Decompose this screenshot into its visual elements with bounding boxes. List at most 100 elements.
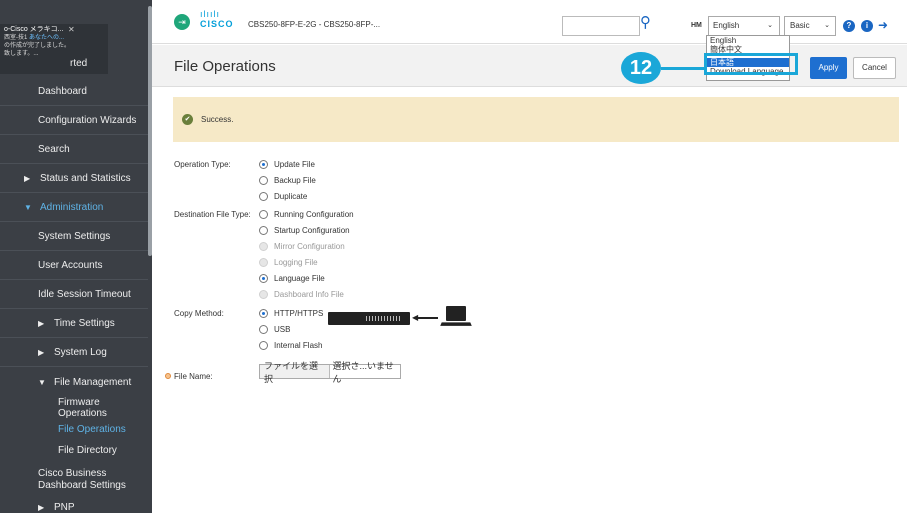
caret-down-icon: ▼	[38, 377, 46, 387]
language-option-english[interactable]: English	[707, 36, 789, 45]
radio-label: Update File	[274, 159, 315, 169]
switch-device-icon	[328, 312, 410, 325]
switch-ports	[366, 316, 400, 321]
success-banner: ✔ Success.	[173, 97, 899, 142]
cisco-logo: ılıılı CISCO	[200, 10, 242, 30]
notification-prefix: 西室-技1	[4, 35, 30, 41]
radio-startup-configuration[interactable]: Startup Configuration	[259, 224, 350, 236]
radio-icon[interactable]	[259, 191, 268, 201]
sidebar-item-configuration-wizards[interactable]: Configuration Wizards	[0, 107, 148, 135]
sidebar-item-label: Search	[38, 144, 70, 155]
sidebar-item-dashboard[interactable]: Dashboard	[0, 78, 148, 106]
help-icon[interactable]: ?	[843, 20, 855, 32]
radio-icon[interactable]	[259, 340, 268, 350]
radio-label: USB	[274, 324, 291, 334]
file-chooser[interactable]: ファイルを選択 選択さ...いません	[259, 361, 401, 384]
sidebar-item-label: Cisco Business Dashboard Settings	[38, 468, 126, 491]
sidebar-item-label: Idle Session Timeout	[38, 289, 131, 300]
sidebar-item-label: Configuration Wizards	[38, 115, 137, 126]
radio-label: Duplicate	[274, 191, 308, 201]
sidebar-item-cisco-business-dashboard[interactable]: Cisco Business Dashboard Settings	[0, 464, 148, 496]
destination-file-type-label: Destination File Type:	[174, 210, 251, 219]
info-icon[interactable]: i	[861, 20, 873, 32]
sidebar-item-label: PNP	[54, 501, 75, 513]
radio-mirror-configuration: Mirror Configuration	[259, 240, 345, 252]
radio-icon[interactable]	[259, 209, 268, 219]
notification-line-1: 西室-技1 あなたへの...	[4, 34, 104, 42]
sidebar-item-idle-session-timeout[interactable]: Idle Session Timeout	[0, 281, 148, 309]
sidebar-item-pnp[interactable]: ▶ PNP	[0, 500, 148, 513]
sidebar-item-file-management[interactable]: ▼ File Management	[0, 368, 148, 396]
file-name-label: File Name:	[174, 372, 213, 381]
sidebar-subitem-firmware-operations[interactable]: Firmware Operations	[0, 397, 148, 419]
cancel-button[interactable]: Cancel	[853, 57, 896, 79]
radio-dashboard-info-file: Dashboard Info File	[259, 288, 344, 300]
sidebar-item-user-accounts[interactable]: User Accounts	[0, 252, 148, 280]
radio-label: HTTP/HTTPS	[274, 308, 324, 318]
search-input[interactable]	[562, 16, 640, 36]
callout-highlight-box	[704, 53, 798, 75]
mode-select[interactable]: Basic ⌄	[784, 16, 836, 36]
sidebar-item-label: System Settings	[38, 231, 111, 242]
notification-link[interactable]: あなたへの...	[29, 35, 64, 41]
app-window: o-Cisco メラキコ... ✕ 西室-技1 あなたへの... の作成が完了し…	[0, 0, 907, 513]
language-select[interactable]: English ⌄	[708, 16, 780, 36]
notification-popup[interactable]: o-Cisco メラキコ... ✕ 西室-技1 あなたへの... の作成が完了し…	[0, 24, 108, 74]
sidebar-item-label: System Log	[54, 347, 107, 358]
sidebar-item-system-settings[interactable]: System Settings	[0, 223, 148, 251]
radio-label: Logging File	[274, 257, 318, 267]
radio-http-https[interactable]: HTTP/HTTPS	[259, 307, 323, 319]
sidebar-item-status-and-statistics[interactable]: ▶ Status and Statistics	[0, 165, 148, 193]
radio-icon[interactable]	[259, 225, 268, 235]
apply-button[interactable]: Apply	[810, 57, 847, 79]
radio-selected-icon[interactable]	[259, 308, 268, 318]
device-title: CBS250-8FP-E-2G - CBS250-8FP-...	[248, 20, 381, 29]
radio-icon[interactable]	[259, 324, 268, 334]
sidebar-subitem-file-directory[interactable]: File Directory	[0, 440, 148, 460]
sidebar-item-system-log[interactable]: ▶ System Log	[0, 339, 148, 367]
chevron-down-icon: ⌄	[767, 22, 773, 29]
arrow-line	[418, 317, 438, 319]
caret-right-icon: ▶	[24, 174, 31, 183]
sidebar-item-label: Firmware Operations	[58, 397, 107, 419]
radio-label: Startup Configuration	[274, 225, 350, 235]
radio-usb[interactable]: USB	[259, 323, 290, 335]
radio-duplicate[interactable]: Duplicate	[259, 190, 307, 202]
sidebar: o-Cisco メラキコ... ✕ 西室-技1 あなたへの... の作成が完了し…	[0, 0, 152, 513]
search-icon[interactable]: ⚲	[640, 13, 651, 31]
radio-disabled-icon	[259, 257, 268, 267]
sidebar-item-administration[interactable]: ▼ Administration	[0, 194, 148, 222]
radio-internal-flash[interactable]: Internal Flash	[259, 339, 322, 351]
copy-method-label: Copy Method:	[174, 309, 224, 318]
radio-backup-file[interactable]: Backup File	[259, 174, 316, 186]
page-title: File Operations	[174, 58, 276, 75]
sidebar-subitem-file-operations[interactable]: File Operations	[0, 419, 148, 439]
radio-label: Language File	[274, 273, 325, 283]
close-icon[interactable]: ✕	[68, 26, 75, 34]
logout-icon[interactable]: ➜	[878, 18, 888, 32]
choose-file-button[interactable]: ファイルを選択	[260, 361, 330, 384]
sidebar-item-label: Time Settings	[54, 318, 115, 329]
menu-toggle-icon[interactable]: ⇥	[174, 14, 190, 30]
radio-disabled-icon	[259, 241, 268, 251]
sidebar-item-search[interactable]: Search	[0, 136, 148, 164]
radio-selected-icon[interactable]	[259, 273, 268, 283]
caret-right-icon: ▶	[38, 319, 45, 328]
radio-label: Dashboard Info File	[274, 289, 344, 299]
radio-icon[interactable]	[259, 175, 268, 185]
caret-right-icon: ▶	[38, 502, 45, 512]
notification-title: o-Cisco メラキコ...	[4, 26, 64, 33]
radio-language-file[interactable]: Language File	[259, 272, 325, 284]
sidebar-item-label: Status and Statistics	[40, 173, 131, 184]
chevron-down-icon: ⌄	[824, 22, 830, 29]
radio-running-configuration[interactable]: Running Configuration	[259, 208, 354, 220]
laptop-screen	[446, 306, 466, 321]
radio-label: Mirror Configuration	[274, 241, 345, 251]
radio-selected-icon[interactable]	[259, 159, 268, 169]
radio-update-file[interactable]: Update File	[259, 158, 315, 170]
callout-line	[661, 67, 706, 70]
sidebar-item-time-settings[interactable]: ▶ Time Settings	[0, 310, 148, 338]
radio-disabled-icon	[259, 289, 268, 299]
sidebar-item-getting-started[interactable]: rted	[70, 58, 87, 69]
caret-right-icon: ▶	[38, 348, 45, 357]
